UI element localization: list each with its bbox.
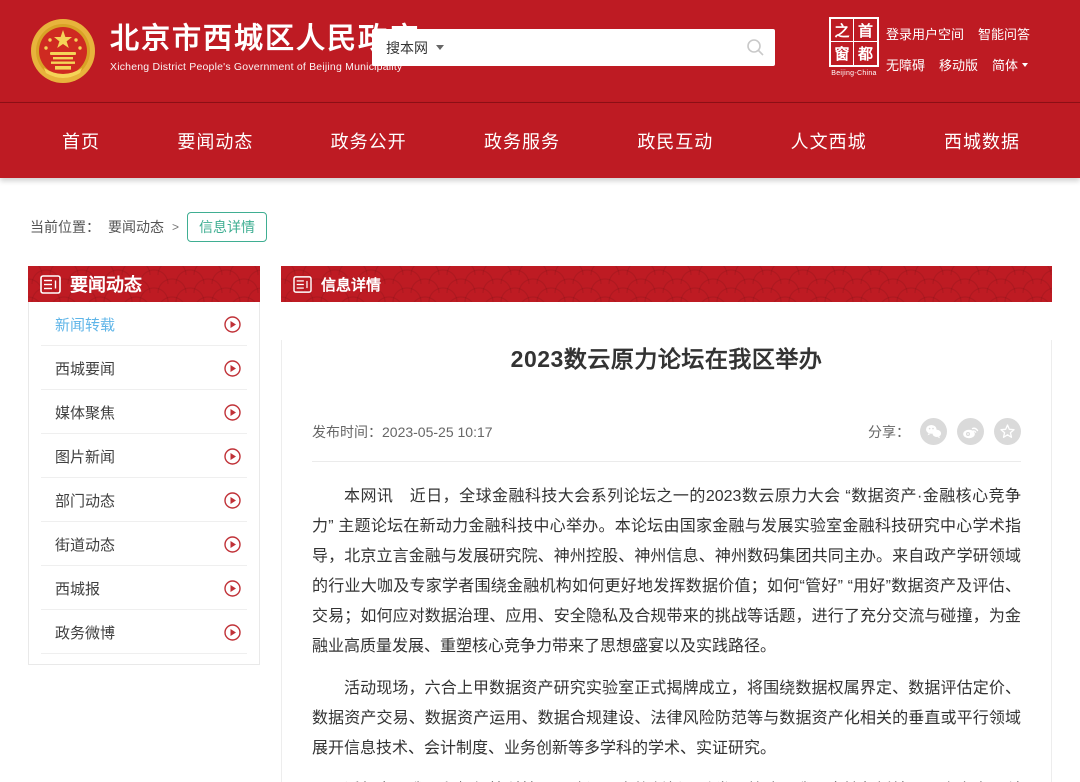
language-select[interactable]: 简体 bbox=[992, 55, 1028, 74]
sidebar-item-photo-news[interactable]: 图片新闻 bbox=[29, 434, 259, 478]
sidebar-item-label: 新闻转载 bbox=[55, 314, 224, 335]
circle-arrow-icon bbox=[224, 448, 241, 465]
nav-item-culture[interactable]: 人文西城 bbox=[791, 128, 867, 154]
sidebar-header: 要闻动态 bbox=[28, 266, 260, 302]
nav-item-data[interactable]: 西城数据 bbox=[944, 128, 1020, 154]
nav-item-home[interactable]: 首页 bbox=[62, 128, 100, 154]
breadcrumb-separator: > bbox=[172, 220, 179, 234]
sidebar-item-xicheng-paper[interactable]: 西城报 bbox=[29, 566, 259, 610]
language-label: 简体 bbox=[992, 55, 1018, 74]
circle-arrow-icon bbox=[224, 536, 241, 553]
article-section-header: 信息详情 bbox=[281, 266, 1052, 302]
sidebar-item-label: 政务微博 bbox=[55, 622, 224, 643]
sidebar-item-gov-weibo[interactable]: 政务微博 bbox=[29, 610, 259, 654]
breadcrumb-label: 当前位置： bbox=[30, 217, 100, 237]
publish-time-label: 发布时间： bbox=[312, 424, 382, 440]
seal-char: 窗 bbox=[831, 42, 854, 65]
capital-window-seal: 之 首 窗 都 bbox=[829, 17, 879, 67]
circle-arrow-icon bbox=[224, 624, 241, 641]
sidebar-item-label: 街道动态 bbox=[55, 534, 224, 555]
article-meta-row: 发布时间：2023-05-25 10:17 分享： bbox=[312, 418, 1021, 445]
weibo-icon bbox=[962, 424, 979, 439]
chevron-down-icon bbox=[436, 45, 444, 50]
accessibility-link[interactable]: 无障碍 bbox=[886, 55, 925, 74]
chevron-down-icon bbox=[1022, 63, 1028, 67]
star-icon bbox=[1000, 424, 1015, 439]
article-title: 2023数云原力论坛在我区举办 bbox=[312, 340, 1021, 374]
article-paragraph: 活动现场，六合上甲数据资产研究实验室正式揭牌成立，将围绕数据权属界定、数据评估定… bbox=[312, 674, 1021, 764]
nav-item-news[interactable]: 要闻动态 bbox=[177, 128, 253, 154]
sidebar-item-label: 媒体聚焦 bbox=[55, 402, 224, 423]
site-header: 北京市西城区人民政府 Xicheng District People's Gov… bbox=[0, 0, 1080, 103]
share-favorite-button[interactable] bbox=[994, 418, 1021, 445]
share-bar: 分享： bbox=[868, 418, 1021, 445]
sidebar-item-department-news[interactable]: 部门动态 bbox=[29, 478, 259, 522]
seal-caption: Beijing-China bbox=[826, 70, 882, 77]
seal-char: 都 bbox=[854, 42, 877, 65]
sidebar-list: 新闻转载 西城要闻 媒体聚焦 bbox=[28, 302, 260, 665]
nav-item-gov-open[interactable]: 政务公开 bbox=[331, 128, 407, 154]
circle-arrow-icon bbox=[224, 404, 241, 421]
article-section-title: 信息详情 bbox=[321, 274, 381, 295]
article-panel: 信息详情 2023数云原力论坛在我区举办 发布时间：2023-05-25 10:… bbox=[281, 266, 1052, 782]
circle-arrow-icon bbox=[224, 492, 241, 509]
circle-arrow-icon bbox=[224, 316, 241, 333]
sidebar-item-street-news[interactable]: 街道动态 bbox=[29, 522, 259, 566]
login-user-space-link[interactable]: 登录用户空间 bbox=[886, 24, 964, 43]
circle-arrow-icon bbox=[224, 360, 241, 377]
mobile-version-link[interactable]: 移动版 bbox=[939, 55, 978, 74]
breadcrumb: 当前位置： 要闻动态 > 信息详情 bbox=[30, 212, 1080, 242]
breadcrumb-current-badge[interactable]: 信息详情 bbox=[187, 212, 267, 242]
share-label: 分享： bbox=[868, 422, 910, 442]
sidebar-news: 要闻动态 新闻转载 西城要闻 媒体聚焦 bbox=[28, 266, 260, 665]
seal-char: 首 bbox=[854, 19, 877, 42]
sidebar-item-label: 图片新闻 bbox=[55, 446, 224, 467]
search-button[interactable] bbox=[735, 29, 775, 66]
sidebar-title: 要闻动态 bbox=[70, 271, 142, 297]
search-scope-label: 搜本网 bbox=[386, 38, 428, 58]
detail-doc-icon bbox=[293, 276, 312, 293]
article-paragraph: 本网讯 近日，全球金融科技大会系列论坛之一的2023数云原力大会 “数据资产·金… bbox=[312, 482, 1021, 662]
seal-char: 之 bbox=[831, 19, 854, 42]
content-area: 要闻动态 新闻转载 西城要闻 媒体聚焦 bbox=[0, 266, 1080, 782]
sidebar-item-label: 西城要闻 bbox=[55, 358, 224, 379]
news-list-icon bbox=[40, 275, 61, 294]
publish-time: 发布时间：2023-05-25 10:17 bbox=[312, 422, 493, 442]
circle-arrow-icon bbox=[224, 580, 241, 597]
share-weibo-button[interactable] bbox=[957, 418, 984, 445]
search-input[interactable] bbox=[458, 29, 735, 66]
sidebar-item-xicheng-news[interactable]: 西城要闻 bbox=[29, 346, 259, 390]
sidebar-item-label: 西城报 bbox=[55, 578, 224, 599]
meta-divider bbox=[312, 461, 1021, 462]
smart-qa-link[interactable]: 智能问答 bbox=[978, 24, 1030, 43]
article-body: 本网讯 近日，全球金融科技大会系列论坛之一的2023数云原力大会 “数据资产·金… bbox=[312, 482, 1021, 782]
publish-time-value: 2023-05-25 10:17 bbox=[382, 424, 493, 440]
sidebar-item-label: 部门动态 bbox=[55, 490, 224, 511]
wechat-icon bbox=[925, 424, 942, 439]
article-box: 2023数云原力论坛在我区举办 发布时间：2023-05-25 10:17 分享… bbox=[281, 340, 1052, 782]
sidebar-item-news-reprint[interactable]: 新闻转载 bbox=[29, 302, 259, 346]
nav-item-gov-service[interactable]: 政务服务 bbox=[484, 128, 560, 154]
search-icon bbox=[746, 38, 765, 57]
capital-window-logo[interactable]: 之 首 窗 都 Beijing-China bbox=[826, 17, 882, 77]
sidebar-item-media-focus[interactable]: 媒体聚焦 bbox=[29, 390, 259, 434]
share-wechat-button[interactable] bbox=[920, 418, 947, 445]
nav-item-interaction[interactable]: 政民互动 bbox=[637, 128, 713, 154]
main-nav: 首页 要闻动态 政务公开 政务服务 政民互动 人文西城 西城数据 bbox=[0, 103, 1080, 178]
national-emblem-logo bbox=[30, 18, 96, 84]
header-links: 登录用户空间 智能问答 无障碍 移动版 简体 bbox=[886, 24, 1030, 86]
search-scope-select[interactable]: 搜本网 bbox=[372, 29, 458, 66]
breadcrumb-parent-link[interactable]: 要闻动态 bbox=[108, 217, 164, 237]
article-paragraph: 近年来，我国积极加快科技强国建设，实施创新驱动发展战略。我区支持包括辖区国资央企… bbox=[312, 776, 1021, 782]
search-box: 搜本网 bbox=[372, 29, 775, 66]
